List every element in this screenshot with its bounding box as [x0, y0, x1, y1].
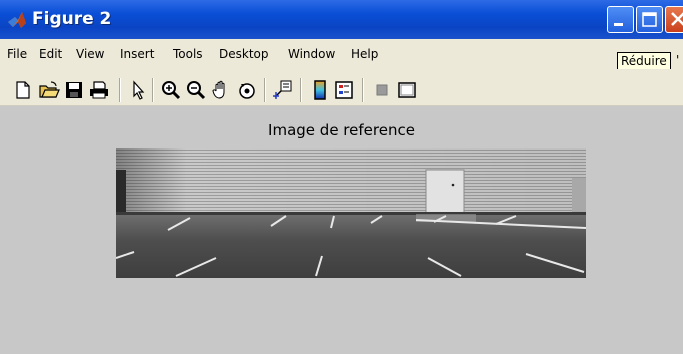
toolbar-separator	[152, 78, 154, 102]
open-file-icon[interactable]	[38, 79, 60, 101]
toolbar-separator	[264, 78, 266, 102]
matlab-logo-icon	[8, 12, 26, 28]
window-title: Figure 2	[32, 9, 112, 29]
save-icon[interactable]	[63, 79, 85, 101]
menu-window[interactable]: Window	[288, 47, 335, 61]
close-icon	[671, 12, 683, 26]
edit-plot-arrow-icon[interactable]	[127, 79, 149, 101]
axes-title: Image de reference	[268, 121, 415, 139]
menu-tools[interactable]: Tools	[173, 47, 203, 61]
pan-hand-icon[interactable]	[210, 79, 232, 101]
menu-file[interactable]: File	[7, 47, 27, 61]
minimize-button[interactable]	[607, 6, 634, 33]
maximize-button[interactable]	[636, 6, 663, 33]
menu-view[interactable]: View	[76, 47, 104, 61]
toolbar-separator	[300, 78, 302, 102]
zoom-in-icon[interactable]	[160, 79, 182, 101]
tooltip-trailing-mark: '	[676, 53, 680, 67]
data-cursor-icon[interactable]	[272, 79, 294, 101]
menu-bar: File Edit View Insert Tools Desktop Wind…	[0, 39, 683, 69]
new-figure-icon[interactable]	[12, 79, 34, 101]
menu-edit[interactable]: Edit	[39, 47, 62, 61]
toolbar-separator	[119, 78, 121, 102]
window-titlebar[interactable]: Figure 2	[0, 0, 683, 39]
print-icon[interactable]	[88, 79, 110, 101]
menu-help[interactable]: Help	[351, 47, 378, 61]
toolbar-separator	[362, 78, 364, 102]
maximize-icon	[642, 12, 657, 27]
show-plot-tools-icon[interactable]	[396, 79, 418, 101]
menu-insert[interactable]: Insert	[120, 47, 154, 61]
menu-desktop[interactable]: Desktop	[219, 47, 269, 61]
close-button[interactable]	[665, 6, 683, 33]
minimize-icon	[614, 23, 623, 26]
legend-icon[interactable]	[333, 79, 355, 101]
zoom-out-icon[interactable]	[185, 79, 207, 101]
rotate-3d-icon[interactable]	[236, 79, 258, 101]
hide-plot-tools-icon[interactable]	[371, 79, 393, 101]
reference-image	[116, 148, 586, 278]
colorbar-icon[interactable]	[309, 79, 331, 101]
